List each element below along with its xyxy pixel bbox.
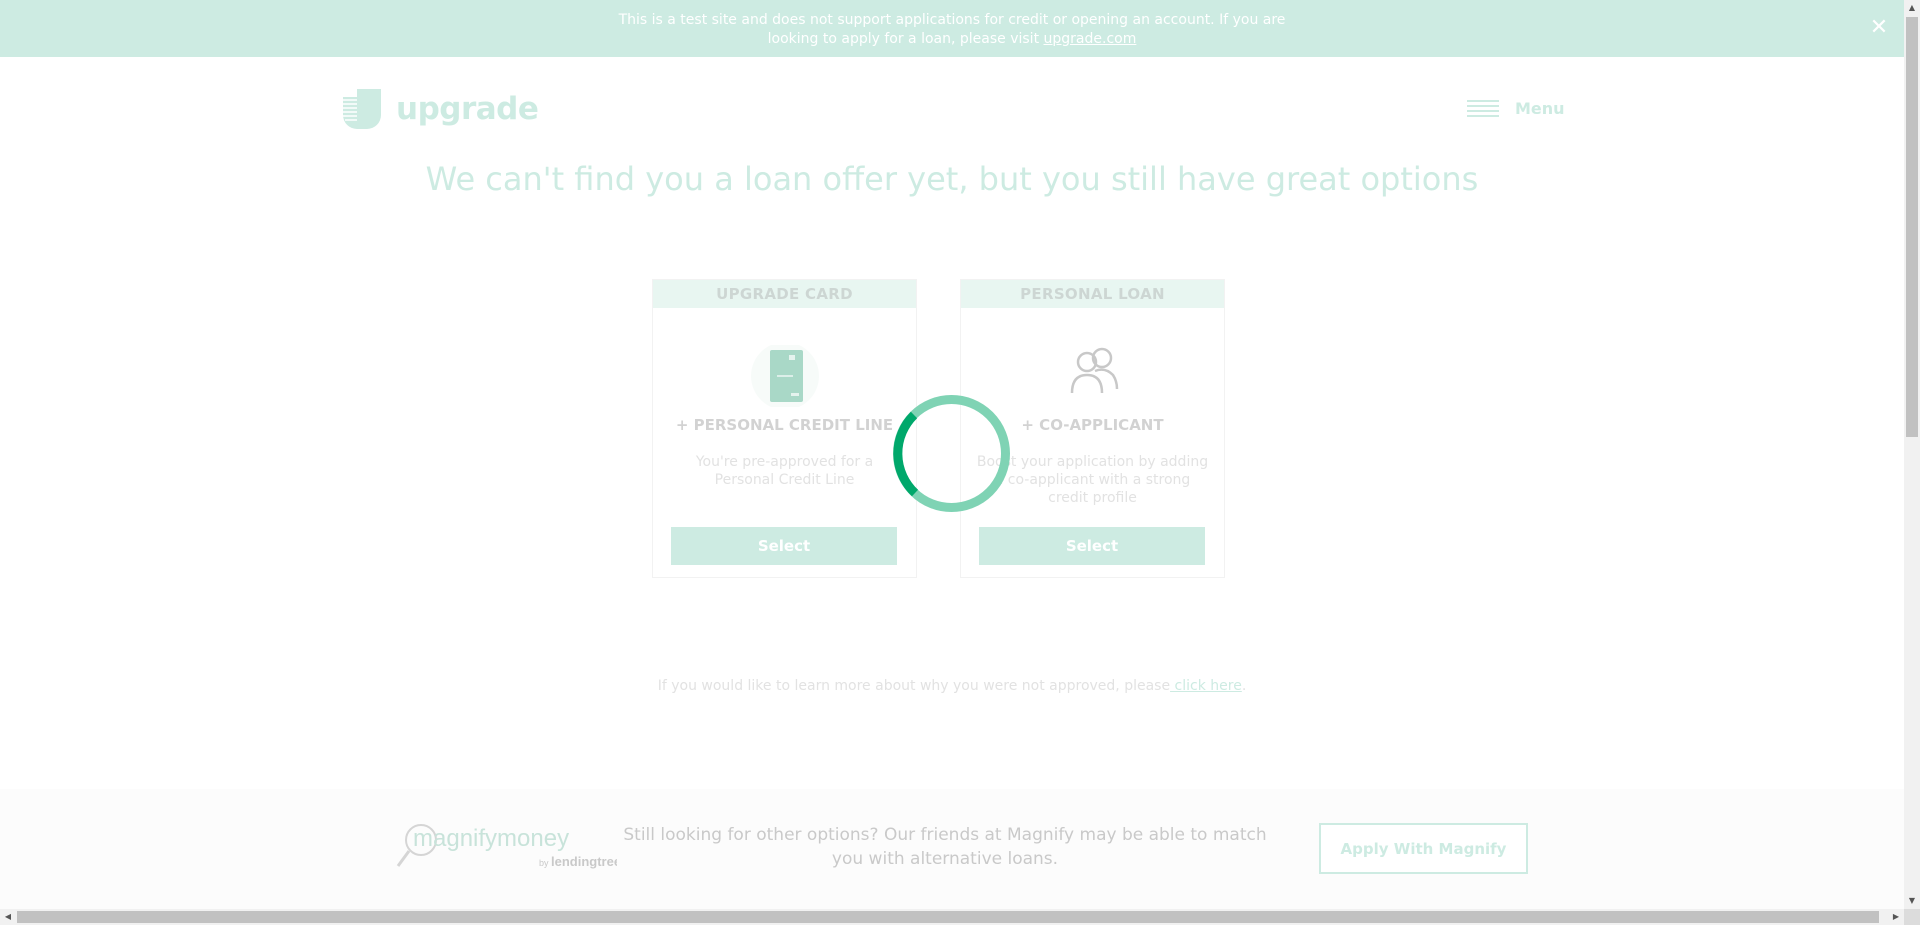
card-description: You're pre-approved for a Personal Credi… [695,454,874,488]
horizontal-scroll-thumb[interactable] [17,911,1879,923]
menu-button[interactable]: Menu [1467,99,1565,118]
banner-text: This is a test site and does not support… [600,11,1304,49]
period: . [1241,678,1247,694]
footer-text: Still looking for other options? Our fri… [623,825,1267,869]
select-upgrade-card-button[interactable]: Select [671,527,897,565]
not-approved-note: If you would like to learn more about wh… [0,678,1904,694]
lendingtree-text: lendingtree [551,854,617,869]
apply-with-magnify-button[interactable]: Apply With Magnify [1319,823,1528,874]
scroll-down-arrow-icon[interactable]: ▼ [1904,893,1920,909]
banner-message: This is a test site and does not support… [618,12,1286,47]
upgrade-card-option: UPGRADE CARD + PERSONAL CREDIT LINE You'… [652,279,917,578]
loading-spinner-icon [893,395,1010,512]
vertical-scroll-thumb[interactable] [1906,17,1918,437]
close-icon[interactable]: ✕ [1869,17,1889,39]
test-site-banner: This is a test site and does not support… [0,0,1904,57]
horizontal-scrollbar[interactable]: ◀ ▶ [0,909,1904,925]
card-subtitle: + PERSONAL CREDIT LINE [675,416,894,434]
menu-label: Menu [1515,99,1565,118]
people-icon [1070,347,1119,394]
select-personal-loan-button[interactable]: Select [979,527,1205,565]
logo-text: upgrade [396,91,539,127]
upgrade-logo[interactable]: upgrade [343,89,539,129]
click-here-link[interactable]: click here [1170,678,1242,694]
magnify-footer: magnifymoney by lendingtree Still lookin… [0,789,1904,909]
scrollbar-corner [1904,909,1920,925]
page-title: We can't find you a loan offer yet, but … [425,160,1479,198]
upgrade-logo-icon [343,89,381,129]
magnify-money-logo[interactable]: magnifymoney by lendingtree [395,822,617,870]
scroll-left-arrow-icon[interactable]: ◀ [0,909,16,925]
vertical-scrollbar[interactable]: ▲ ▼ [1904,0,1920,909]
scroll-right-arrow-icon[interactable]: ▶ [1888,909,1904,925]
magnify-logo-by: by [539,858,549,868]
magnify-logo-text: magnifymoney [413,825,569,852]
card-header: UPGRADE CARD [653,280,916,308]
card-header: PERSONAL LOAN [961,280,1224,308]
not-approved-text: If you would like to learn more about wh… [657,678,1171,694]
credit-card-icon [751,345,819,407]
upgrade-link[interactable]: upgrade.com [1044,31,1137,47]
hamburger-icon [1467,99,1499,118]
scroll-up-arrow-icon[interactable]: ▲ [1904,0,1920,16]
